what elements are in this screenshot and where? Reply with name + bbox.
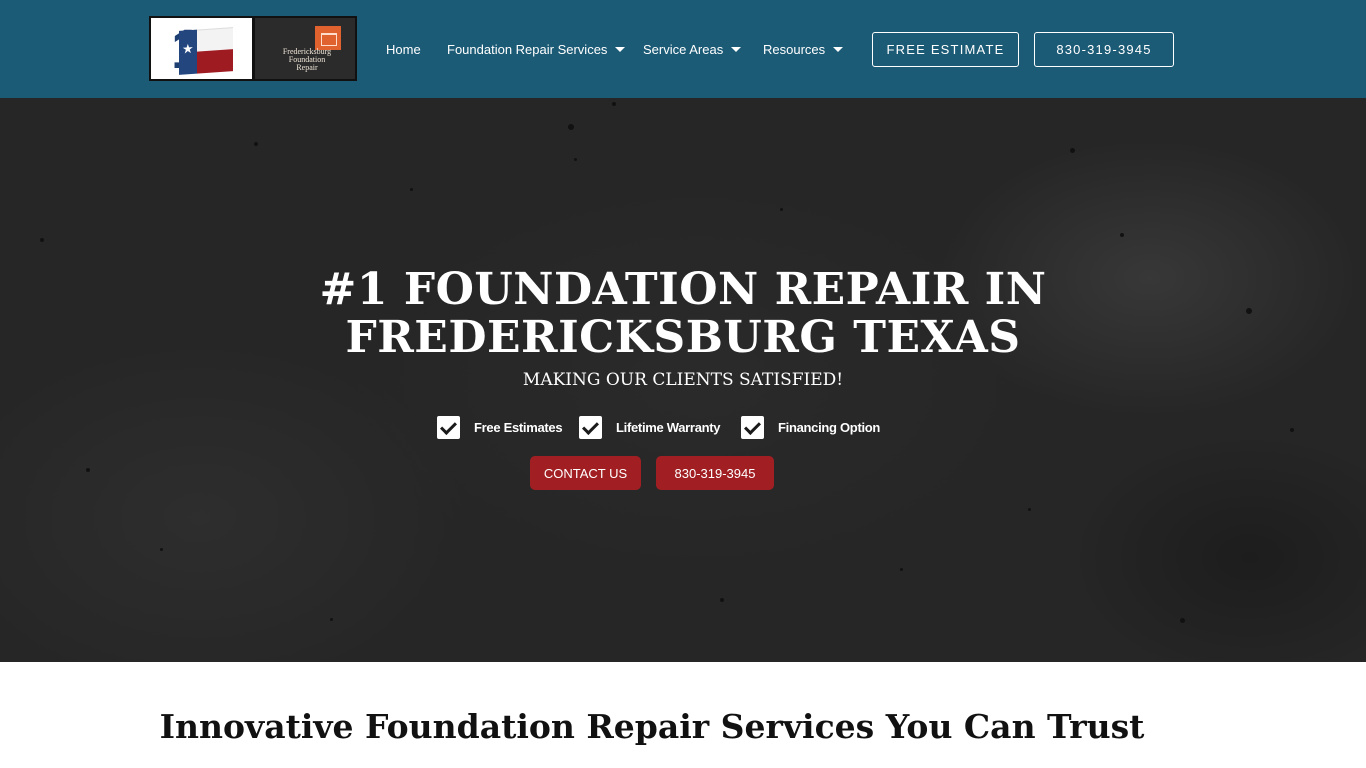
feature-free-estimates: Free Estimates bbox=[437, 415, 563, 439]
caret-down-icon bbox=[731, 46, 742, 52]
free-estimate-button[interactable]: FREE ESTIMATE bbox=[872, 32, 1019, 67]
section-heading: Innovative Foundation Repair Services Yo… bbox=[159, 707, 1145, 746]
nav-item-label: Foundation Repair Services bbox=[447, 41, 608, 57]
feature-label: Financing Option bbox=[778, 419, 881, 435]
nav-item-label: Home bbox=[386, 41, 421, 57]
nav-item-foundation-repair-services[interactable]: Foundation Repair Services bbox=[447, 40, 626, 58]
feature-financing-option: Financing Option bbox=[741, 415, 880, 439]
hero-subtitle: MAKING OUR CLIENTS SATISFIED! bbox=[522, 370, 844, 390]
logo-brand-line: Repair bbox=[296, 63, 318, 72]
feature-label: Lifetime Warranty bbox=[616, 419, 721, 435]
checkbox-checked-icon bbox=[579, 415, 602, 439]
nav-item-service-areas[interactable]: Service Areas bbox=[643, 40, 742, 58]
site-header: 1 ★ Fredericksburg Foundation Repair Hom… bbox=[0, 0, 1366, 98]
hero-section: #1 FOUNDATION REPAIR IN FREDERICKSBURG T… bbox=[0, 98, 1366, 662]
feature-label: Free Estimates bbox=[474, 419, 563, 435]
texas-flag-icon: ★ bbox=[179, 27, 233, 75]
hero-heading-line: FREDERICKSBURG TEXAS bbox=[345, 312, 1021, 363]
nav-item-home[interactable]: Home bbox=[386, 40, 421, 58]
contact-us-button[interactable]: CONTACT US bbox=[530, 456, 641, 490]
caret-down-icon bbox=[833, 46, 844, 52]
nav-item-label: Resources bbox=[763, 41, 826, 57]
hero-heading: #1 FOUNDATION REPAIR IN FREDERICKSBURG T… bbox=[233, 266, 1133, 362]
texas-flag-logo: 1 ★ bbox=[151, 18, 255, 79]
checkbox-checked-icon bbox=[741, 415, 764, 439]
header-phone-button[interactable]: 830-319-3945 bbox=[1034, 32, 1174, 67]
hero-phone-button[interactable]: 830-319-3945 bbox=[656, 456, 774, 490]
site-logo[interactable]: 1 ★ Fredericksburg Foundation Repair bbox=[149, 16, 357, 81]
feature-lifetime-warranty: Lifetime Warranty bbox=[579, 415, 721, 439]
nav-item-resources[interactable]: Resources bbox=[763, 40, 844, 58]
nav-item-label: Service Areas bbox=[643, 41, 724, 57]
checkbox-checked-icon bbox=[437, 415, 460, 439]
logo-brand-panel: Fredericksburg Foundation Repair bbox=[255, 18, 355, 79]
logo-brand-name: Fredericksburg Foundation Repair bbox=[265, 48, 349, 72]
caret-down-icon bbox=[615, 46, 626, 52]
hero-heading-line: #1 FOUNDATION REPAIR IN bbox=[319, 264, 1047, 315]
